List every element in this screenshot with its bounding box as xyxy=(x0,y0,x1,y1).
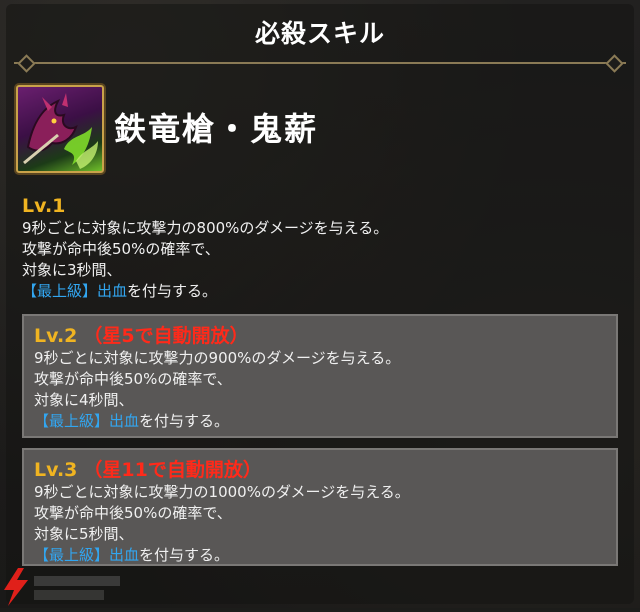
grade-tag: 【最上級】 xyxy=(34,546,110,564)
level-2-line-1: 9秒ごとに対象に攻撃力の900%のダメージを与える。 xyxy=(34,349,401,367)
level-1-line-3: 対象に3秒間、 xyxy=(22,261,122,279)
title-divider xyxy=(14,62,626,64)
level-label: Lv.2 xyxy=(34,325,78,347)
level-2-block: Lv.2 （星5で自動開放） 9秒ごとに対象に攻撃力の900%のダメージを与える。… xyxy=(22,314,618,438)
effect-suffix: を付与する。 xyxy=(139,412,230,430)
level-3-line-1: 9秒ごとに対象に攻撃力の1000%のダメージを与える。 xyxy=(34,483,410,501)
level-3-block: Lv.3 （星11で自動開放） 9秒ごとに対象に攻撃力の1000%のダメージを与え… xyxy=(22,448,618,566)
bleed-effect-link: 出血 xyxy=(109,412,140,430)
watermark-logo xyxy=(0,566,130,608)
page-title: 必殺スキル xyxy=(254,19,385,48)
level-3-heading: Lv.3 （星11で自動開放） xyxy=(34,458,616,482)
grade-tag: 【最上級】 xyxy=(22,282,98,300)
level-label: Lv.1 xyxy=(22,195,66,217)
effect-suffix: を付与する。 xyxy=(139,546,230,564)
level-2-line-3: 対象に4秒間、 xyxy=(34,391,134,409)
level-1-heading: Lv.1 xyxy=(22,194,618,218)
level-2-heading: Lv.2 （星5で自動開放） xyxy=(34,324,616,348)
bleed-effect-link: 出血 xyxy=(109,546,140,564)
level-3-line-2: 攻撃が命中後50%の確率で、 xyxy=(34,504,232,522)
grade-tag: 【最上級】 xyxy=(34,412,110,430)
bleed-effect-link: 出血 xyxy=(97,282,128,300)
skill-name: 鉄竜槍・鬼薪 xyxy=(114,110,319,148)
level-1-line-1: 9秒ごとに対象に攻撃力の800%のダメージを与える。 xyxy=(22,219,389,237)
level-label: Lv.3 xyxy=(34,459,78,481)
level-3-line-4: 【最上級】出血を付与する。 xyxy=(34,545,616,566)
level-1-line-4: 【最上級】出血を付与する。 xyxy=(22,281,618,302)
level-2-line-2: 攻撃が命中後50%の確率で、 xyxy=(34,370,232,388)
level-3-line-3: 対象に5秒間、 xyxy=(34,525,134,543)
level-1-block: Lv.1 9秒ごとに対象に攻撃力の800%のダメージを与える。 攻撃が命中後50… xyxy=(22,194,618,302)
level-2-line-4: 【最上級】出血を付与する。 xyxy=(34,411,616,432)
unlock-condition: （星11で自動開放） xyxy=(83,459,262,481)
level-1-line-2: 攻撃が命中後50%の確率で、 xyxy=(22,240,220,258)
effect-suffix: を付与する。 xyxy=(127,282,218,300)
lightning-bolt-icon xyxy=(4,568,120,606)
unlock-condition: （星5で自動開放） xyxy=(83,325,249,347)
dragon-skill-icon xyxy=(16,85,104,173)
